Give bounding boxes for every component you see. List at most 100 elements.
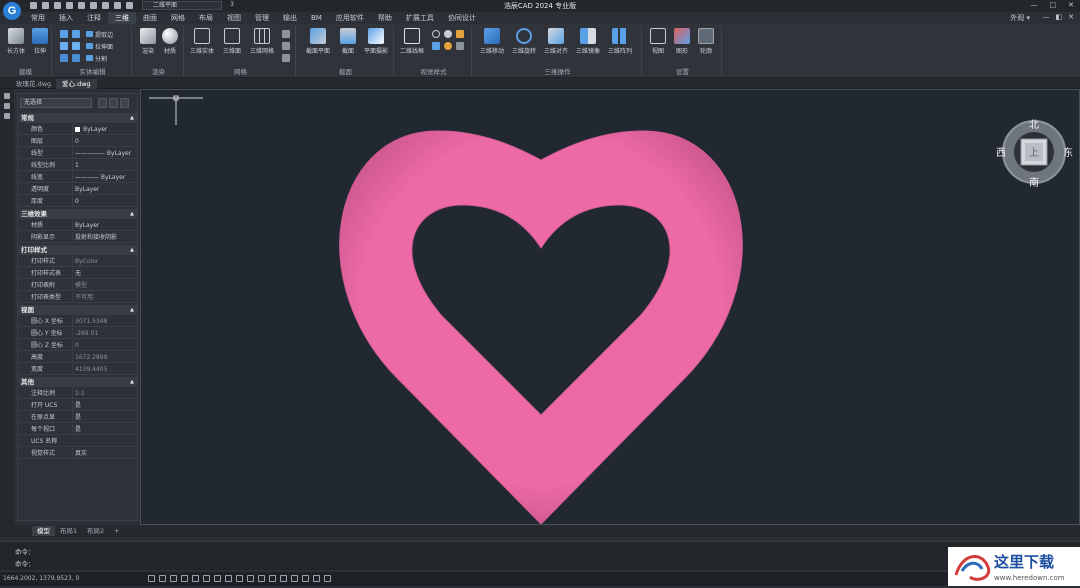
property-row[interactable]: 每个视口 是 (19, 424, 138, 435)
pin-panel-icon[interactable] (4, 103, 10, 109)
menu-item-home[interactable]: 常用 (24, 12, 52, 24)
snap-toggle-icon[interactable] (159, 575, 166, 582)
menu-item-help[interactable]: 帮助 (371, 12, 399, 24)
property-row[interactable]: 在原点显 是 (19, 412, 138, 423)
property-value[interactable]: 是 (72, 412, 81, 423)
property-row[interactable]: UCS 名称 (19, 436, 138, 447)
isolate-icon[interactable] (302, 575, 309, 582)
rotate3d-button[interactable]: 三维旋转 (510, 28, 538, 55)
property-section-header[interactable]: 视图 ▲ (19, 305, 138, 315)
property-value[interactable]: ———— ByLayer (72, 172, 125, 183)
collapse-arrow-icon[interactable]: ▲ (130, 377, 134, 387)
menu-item-extensions[interactable]: 扩展工具 (399, 12, 441, 24)
maximize-button[interactable]: □ (1050, 1, 1057, 9)
property-value[interactable]: ByLayer (72, 220, 99, 231)
property-row[interactable]: 图层 0 (19, 136, 138, 147)
minimize-button[interactable]: — (1031, 1, 1038, 9)
customize-icon[interactable] (324, 575, 331, 582)
menu-item-view[interactable]: 视图 (220, 12, 248, 24)
lineweight-toggle-icon[interactable] (236, 575, 243, 582)
doc-tab-rose[interactable]: 玫瑰花.dwg (10, 79, 57, 89)
shaded-style-icon[interactable] (444, 30, 452, 38)
property-row[interactable]: 打印表附 模型 (19, 280, 138, 291)
menu-item-output[interactable]: 输出 (276, 12, 304, 24)
quick-select-button[interactable] (109, 98, 118, 108)
property-section-header[interactable]: 三维效果 ▲ (19, 209, 138, 219)
close-panel-icon[interactable] (4, 93, 10, 99)
doc-minimize-button[interactable]: — (1043, 13, 1050, 21)
mesh-option-icon[interactable] (282, 30, 290, 38)
ortho-toggle-icon[interactable] (170, 575, 177, 582)
property-row[interactable]: 打印样式表 无 (19, 268, 138, 279)
property-row[interactable]: 厚度 0 (19, 196, 138, 207)
property-row[interactable]: 线宽 ———— ByLayer (19, 172, 138, 183)
mesh-grid-button[interactable]: 三维网格 (248, 28, 276, 55)
doc-close-button[interactable]: ✕ (1068, 13, 1074, 21)
property-row[interactable]: 高度 1672.2899 (19, 352, 138, 363)
wireframe2d-button[interactable]: 二维线框 (398, 28, 426, 55)
array3d-button[interactable]: 三维阵列 (606, 28, 634, 55)
property-section-header[interactable]: 其他 ▲ (19, 377, 138, 387)
property-row[interactable]: 材质 ByLayer (19, 220, 138, 231)
conceptual-style-icon[interactable] (432, 42, 440, 50)
property-value[interactable]: 1 (72, 160, 79, 171)
selection-dropdown[interactable]: 无选择 (20, 98, 92, 108)
property-value[interactable]: 4139.4405 (72, 364, 107, 375)
transparency-toggle-icon[interactable] (247, 575, 254, 582)
layout-tab-model[interactable]: 模型 (32, 526, 55, 536)
section-plane-button[interactable]: 截面平面 (304, 28, 332, 55)
toggle-pickadd-button[interactable] (120, 98, 129, 108)
property-value[interactable]: 0 (72, 196, 79, 207)
add-layout-button[interactable]: + (109, 526, 124, 536)
layout-tab-2[interactable]: 布局2 (82, 526, 109, 536)
property-value[interactable]: 真实 (72, 448, 87, 459)
property-value[interactable]: 模型 (72, 280, 87, 291)
collapse-arrow-icon[interactable]: ▲ (130, 209, 134, 219)
menu-item-surface[interactable]: 曲面 (136, 12, 164, 24)
menu-item-apps[interactable]: 应用软件 (329, 12, 371, 24)
selection-cycle-icon[interactable] (258, 575, 265, 582)
property-value[interactable]: 是 (72, 424, 81, 435)
align3d-button[interactable]: 三维对齐 (542, 28, 570, 55)
property-row[interactable]: 阴影显示 投射和接收阴影 (19, 232, 138, 243)
property-value[interactable]: -269.01 (72, 328, 98, 339)
compass-south-label[interactable]: 南 (1029, 176, 1039, 189)
menu-item-annotate[interactable]: 注释 (80, 12, 108, 24)
move3d-button[interactable]: 三维移动 (478, 28, 506, 55)
property-row[interactable]: 宽度 4139.4405 (19, 364, 138, 375)
intersect-icon[interactable] (60, 42, 68, 50)
menu-item-3d[interactable]: 三维 (108, 12, 136, 24)
annotation-scale-icon[interactable] (269, 575, 276, 582)
property-row[interactable]: 线型比例 1 (19, 160, 138, 171)
viewcube-top-label[interactable]: 上 (1029, 147, 1039, 159)
property-value[interactable]: 投射和接收阴影 (72, 232, 117, 243)
property-row[interactable]: 注释比例 1:1 (19, 388, 138, 399)
presspull-button[interactable]: 拉伸面 (86, 42, 113, 51)
menu-item-layout[interactable]: 布局 (192, 12, 220, 24)
property-value[interactable]: 是 (72, 400, 81, 411)
slice-icon[interactable] (60, 54, 68, 62)
union-icon[interactable] (60, 30, 68, 38)
subtract-icon[interactable] (72, 30, 80, 38)
property-value[interactable]: ByColor (72, 256, 98, 267)
property-row[interactable]: 打印样式 ByColor (19, 256, 138, 267)
drawing-canvas[interactable]: 上 北 南 东 西 (140, 89, 1080, 525)
viewcube[interactable]: 上 北 南 东 西 (996, 119, 1073, 189)
doc-restore-button[interactable]: ◧ (1056, 13, 1063, 21)
separate-button[interactable]: 分割 (86, 54, 107, 63)
material-button[interactable]: 材质 (156, 28, 184, 55)
property-value[interactable]: 1:1 (72, 388, 85, 399)
collapse-arrow-icon[interactable]: ▲ (130, 305, 134, 315)
compass-west-label[interactable]: 西 (996, 148, 1006, 159)
menu-item-manage[interactable]: 管理 (248, 12, 276, 24)
otrack-toggle-icon[interactable] (203, 575, 210, 582)
property-value[interactable]: 1672.2899 (72, 352, 107, 363)
collapse-arrow-icon[interactable]: ▲ (130, 245, 134, 255)
interfere-icon[interactable] (72, 42, 80, 50)
grid-toggle-icon[interactable] (148, 575, 155, 582)
mesh-solid-button[interactable]: 三维实体 (188, 28, 216, 55)
menu-item-collab[interactable]: 协同设计 (441, 12, 483, 24)
ducs-toggle-icon[interactable] (214, 575, 221, 582)
property-row[interactable]: 打印表类型 不可用 (19, 292, 138, 303)
gooch-style-icon[interactable] (444, 42, 452, 50)
